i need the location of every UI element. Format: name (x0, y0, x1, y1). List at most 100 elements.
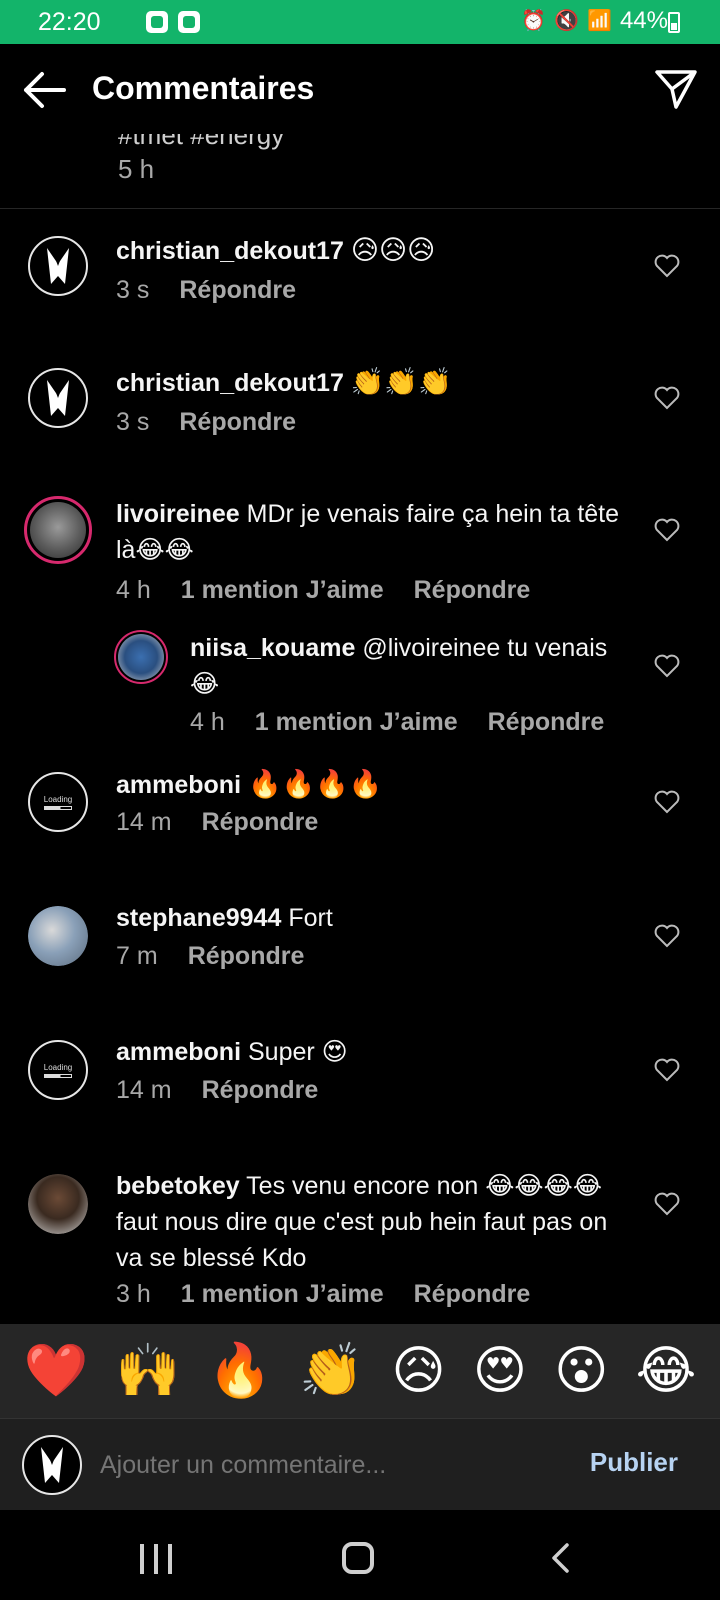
comment-input[interactable] (100, 1447, 560, 1483)
heart-icon[interactable] (654, 654, 680, 678)
tuxedo-logo-icon (47, 248, 69, 284)
avatar[interactable] (28, 368, 88, 428)
comment-text: niisa_kouame @livoireinee tu venais 😂 (190, 630, 640, 702)
battery-level: 44% (619, 7, 668, 34)
back-arrow-icon[interactable] (22, 70, 66, 110)
heart-icon[interactable] (654, 518, 680, 542)
heart-icon[interactable] (654, 386, 680, 410)
comment-text: christian_dekout17 😥😥😥 (116, 232, 640, 269)
system-nav-bar (0, 1510, 720, 1600)
heart-icon[interactable] (654, 1058, 680, 1082)
caption-hashtags: #tmet #energy (118, 134, 285, 150)
avatar-loading-text: Loading (43, 794, 73, 804)
caption-time: 5 h (118, 154, 155, 184)
header: Commentaires (0, 44, 720, 134)
avatar[interactable] (28, 906, 88, 966)
comment-username[interactable]: bebetokey (116, 1172, 240, 1200)
mute-icon: 🔇 (554, 10, 580, 32)
likes-count[interactable]: 1 mention J’aime (181, 1280, 384, 1308)
reaction-sad[interactable]: 😥 (391, 1341, 445, 1401)
comment-username[interactable]: stephane9944 (116, 904, 281, 932)
avatar[interactable]: Loading (28, 1040, 88, 1100)
page-title: Commentaires (92, 70, 315, 106)
comment-username[interactable]: ammeboni (116, 771, 241, 799)
avatar[interactable] (28, 1174, 88, 1234)
comment-meta: 4 h 1 mention J’aime Répondre (190, 708, 634, 737)
reply-button[interactable]: Répondre (202, 808, 319, 836)
comment-username[interactable]: livoireinee (116, 500, 240, 528)
reply-button[interactable]: Répondre (188, 942, 305, 970)
publish-button[interactable]: Publier (590, 1447, 678, 1478)
comment-text: bebetokey Tes venu encore non 😂😂😂😂 faut … (116, 1168, 640, 1276)
avatar[interactable] (24, 496, 92, 564)
quick-reactions-bar: ❤️ 🙌 🔥 👏 😥 😍 😮 😂 (0, 1324, 720, 1418)
status-time: 22:20 (38, 8, 101, 36)
comment-time: 14 m (116, 1076, 172, 1104)
tuxedo-logo-icon (41, 1447, 63, 1483)
comment-text: ammeboni 🔥🔥🔥🔥 (116, 766, 640, 803)
avatar-loading-text: Loading (43, 1062, 73, 1072)
comment-username[interactable]: niisa_kouame (190, 634, 355, 662)
avatar[interactable] (114, 630, 168, 684)
reply-button[interactable]: Répondre (414, 1280, 531, 1308)
comment-username[interactable]: ammeboni (116, 1038, 241, 1066)
comment-meta: 14 m Répondre (116, 808, 348, 837)
own-avatar (22, 1435, 82, 1495)
heart-icon[interactable] (654, 924, 680, 948)
comment-meta: 3 s Répondre (116, 276, 326, 305)
reaction-fire[interactable]: 🔥 (207, 1341, 272, 1401)
comment-time: 7 m (116, 942, 158, 970)
comment-meta: 3 h 1 mention J’aime Répondre (116, 1280, 560, 1309)
reaction-heart[interactable]: ❤️ (24, 1341, 89, 1401)
comment-content: Fort (288, 904, 333, 932)
reply-button[interactable]: Répondre (179, 408, 296, 436)
comment-text: livoireinee MDr je venais faire ça hein … (116, 496, 640, 568)
reaction-surprised[interactable]: 😮 (554, 1341, 608, 1401)
comment-time: 14 m (116, 808, 172, 836)
comment-text: christian_dekout17 👏👏👏 (116, 364, 640, 401)
system-icons: ⏰ 🔇 📶 44% (521, 7, 668, 35)
comment-content: 👏👏👏 (350, 367, 452, 397)
reply-button[interactable]: Répondre (179, 276, 296, 304)
tuxedo-logo-icon (47, 380, 69, 416)
heart-icon[interactable] (654, 254, 680, 278)
wifi-icon: 📶 (587, 10, 612, 32)
heart-icon[interactable] (654, 1192, 680, 1216)
divider (0, 208, 720, 209)
likes-count[interactable]: 1 mention J’aime (181, 576, 384, 604)
send-icon[interactable] (654, 68, 698, 110)
recents-icon[interactable] (140, 1544, 172, 1574)
likes-count[interactable]: 1 mention J’aime (255, 708, 458, 736)
comment-composer: Publier (0, 1418, 720, 1510)
comment-meta: 7 m Répondre (116, 942, 334, 971)
notification-icons (146, 11, 200, 33)
comment-time: 3 s (116, 276, 150, 304)
comment-time: 4 h (116, 576, 151, 604)
reply-button[interactable]: Répondre (414, 576, 531, 604)
reaction-laughing[interactable]: 😂 (636, 1341, 697, 1401)
reaction-raised-hands[interactable]: 🙌 (116, 1341, 181, 1401)
comment-time: 4 h (190, 708, 225, 736)
reply-button[interactable]: Répondre (202, 1076, 319, 1104)
comment-content: 😥😥😥 (350, 235, 436, 265)
battery-icon (668, 12, 680, 33)
avatar[interactable]: Loading (28, 772, 88, 832)
comments-list[interactable]: #tmet #energy 5 h christian_dekout17 😥😥😥… (0, 134, 720, 1324)
reaction-clap[interactable]: 👏 (299, 1341, 364, 1401)
comment-username[interactable]: christian_dekout17 (116, 237, 344, 265)
comment-meta: 3 s Répondre (116, 408, 326, 437)
heart-icon[interactable] (654, 790, 680, 814)
comment-text: ammeboni Super 😍 (116, 1034, 640, 1070)
comment-content: Super 😍 (247, 1038, 348, 1066)
avatar[interactable] (28, 236, 88, 296)
app-notification-icon (146, 11, 168, 33)
comment-meta: 4 h 1 mention J’aime Répondre (116, 576, 560, 605)
comment-text: stephane9944 Fort (116, 900, 640, 936)
gallery-notification-icon (178, 11, 200, 33)
comment-time: 3 s (116, 408, 150, 436)
nav-back-icon[interactable] (550, 1542, 570, 1574)
reply-button[interactable]: Répondre (488, 708, 605, 736)
home-icon[interactable] (342, 1542, 374, 1574)
reaction-heart-eyes[interactable]: 😍 (473, 1341, 527, 1401)
comment-username[interactable]: christian_dekout17 (116, 369, 344, 397)
